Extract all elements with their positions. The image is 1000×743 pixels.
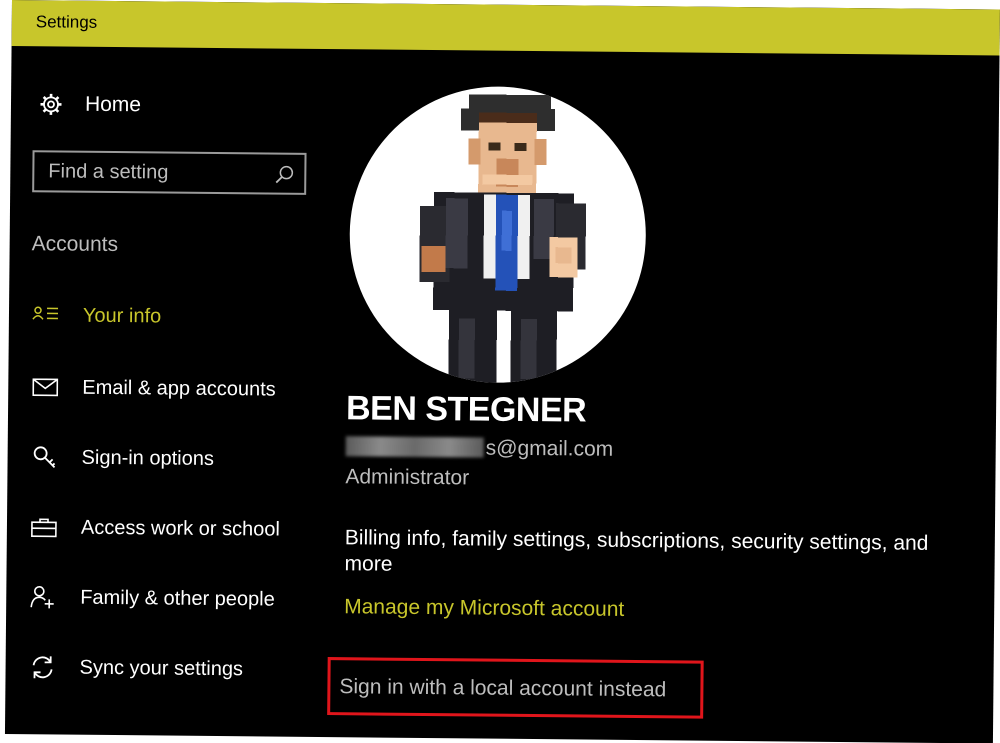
gear-icon xyxy=(39,92,63,116)
profile-avatar[interactable] xyxy=(348,85,647,384)
profile-name: BEN STEGNER xyxy=(346,389,586,430)
envelope-icon xyxy=(30,374,60,400)
section-title: Accounts xyxy=(32,232,119,257)
sidebar-item-label: Email & app accounts xyxy=(82,376,276,401)
account-description: Billing info, family settings, subscript… xyxy=(344,525,964,583)
briefcase-icon xyxy=(29,514,59,540)
redacted-blur xyxy=(346,436,484,457)
settings-window: Settings Home xyxy=(5,0,1000,743)
home-button[interactable]: Home xyxy=(39,90,141,119)
search-icon[interactable] xyxy=(274,165,294,185)
search-box[interactable] xyxy=(32,150,306,195)
sidebar-item-label: Sign-in options xyxy=(81,446,214,470)
window-title: Settings xyxy=(36,12,98,33)
sidebar-item-sync-settings[interactable]: Sync your settings xyxy=(27,652,243,684)
sidebar-item-your-info[interactable]: Your info xyxy=(31,300,162,331)
search-input[interactable] xyxy=(48,158,268,186)
profile-email-text: s@gmail.com xyxy=(486,437,614,461)
add-person-icon xyxy=(28,584,58,610)
home-label: Home xyxy=(85,93,141,118)
title-bar[interactable]: Settings xyxy=(12,0,1000,55)
sidebar-item-email-accounts[interactable]: Email & app accounts xyxy=(30,372,276,404)
pixel-avatar-image xyxy=(348,85,647,384)
key-icon xyxy=(29,444,59,470)
user-card-icon xyxy=(31,302,61,328)
profile-role: Administrator xyxy=(345,465,469,490)
profile-email: s@gmail.com xyxy=(346,435,614,462)
manage-account-link[interactable]: Manage my Microsoft account xyxy=(344,595,624,622)
sidebar-item-sign-in-options[interactable]: Sign-in options xyxy=(29,442,214,474)
sidebar-item-label: Access work or school xyxy=(81,516,280,541)
sidebar-item-label: Your info xyxy=(83,304,161,328)
sidebar-item-work-school[interactable]: Access work or school xyxy=(29,512,280,544)
sidebar-item-family-people[interactable]: Family & other people xyxy=(28,582,275,614)
local-account-link[interactable]: Sign in with a local account instead xyxy=(339,675,666,702)
sidebar-item-label: Family & other people xyxy=(80,586,275,611)
sync-icon xyxy=(27,654,57,680)
sidebar-item-label: Sync your settings xyxy=(79,656,243,681)
screenshot-frame: Settings Home xyxy=(0,0,1000,740)
